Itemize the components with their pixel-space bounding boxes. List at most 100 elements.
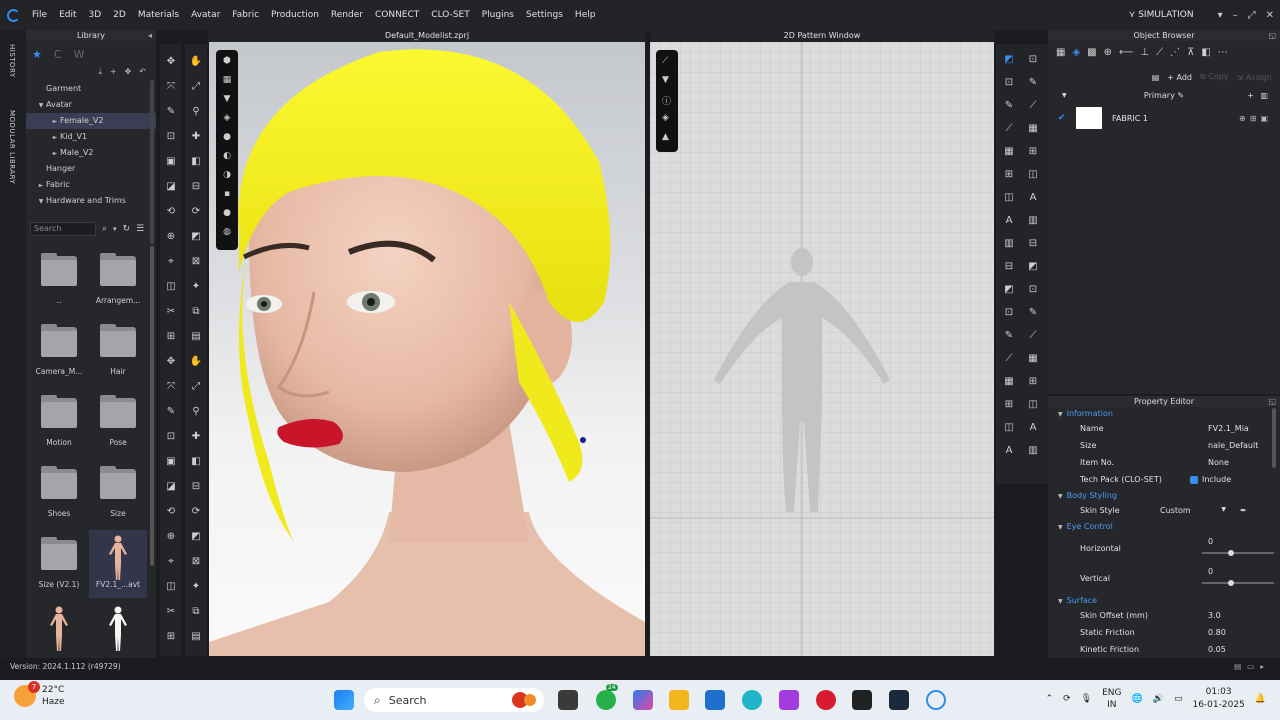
tool-icon[interactable]: ✥ (164, 56, 178, 68)
pattern-tool-icon[interactable]: ⟋ (1026, 330, 1040, 342)
tool-icon[interactable]: ⟳ (189, 506, 203, 518)
display-option-icon[interactable]: ▦ (222, 75, 232, 85)
static-friction-field[interactable]: 0.80 (1208, 628, 1272, 637)
search-input[interactable]: Search (30, 222, 96, 236)
pattern-tool-icon[interactable]: ▥ (1002, 238, 1016, 250)
tool-icon[interactable]: ✥ (164, 356, 178, 368)
assign-button[interactable]: ⇲ Assign (1237, 73, 1272, 82)
fabric-check-icon[interactable]: ✔ (1058, 113, 1072, 123)
tree-arrow-icon[interactable]: ▼ (36, 194, 46, 210)
file-explorer-dark-icon[interactable] (558, 690, 578, 710)
tool-icon[interactable]: ✎ (164, 106, 178, 118)
pattern-display-icon[interactable]: ⟋ (662, 56, 672, 66)
trim-icon[interactable]: ⊕ (1104, 47, 1112, 58)
bag-icon[interactable]: ◧ (1201, 47, 1210, 58)
scene-icon[interactable]: ▦ (1056, 47, 1065, 58)
pattern-tool-icon[interactable]: ◫ (1026, 169, 1040, 181)
fabric-tab-icon[interactable]: ◈ (1072, 47, 1080, 58)
tool-icon[interactable]: ◫ (164, 281, 178, 293)
app-s-icon[interactable] (779, 690, 799, 710)
pattern-tool-icon[interactable]: ◫ (1026, 399, 1040, 411)
viewport-3d[interactable] (209, 42, 645, 656)
tool-icon[interactable]: ⊟ (189, 181, 203, 193)
pattern-tool-icon[interactable]: ▦ (1026, 123, 1040, 135)
library-folder[interactable]: Size (89, 459, 147, 527)
windows-start-icon[interactable] (334, 690, 354, 710)
clo3d-taskbar-icon[interactable] (926, 690, 946, 710)
tree-arrow-icon[interactable]: ▼ (36, 98, 46, 114)
whatsapp-icon[interactable]: 24 (596, 684, 618, 710)
tree-item[interactable]: ► Female_V2 (26, 113, 156, 129)
library-folder[interactable]: Shoes (30, 459, 88, 527)
menu-fabric[interactable]: Fabric (226, 0, 265, 30)
import-icon[interactable]: ▤ (1152, 73, 1160, 82)
widgets-icon[interactable] (510, 690, 540, 710)
edit-pencil-icon[interactable]: ✎ (1177, 91, 1184, 100)
tool-icon[interactable]: ✦ (189, 581, 203, 593)
notification-bell-icon[interactable]: 🔔 (1255, 694, 1266, 704)
library-avatar[interactable]: FV2.1_...avt (89, 530, 147, 598)
marketplace-icon[interactable]: W (74, 48, 85, 61)
back-icon[interactable]: ↶ (139, 67, 146, 81)
terminal-icon[interactable] (889, 690, 909, 710)
tool-icon[interactable]: ⟳ (189, 206, 203, 218)
menu-edit[interactable]: Edit (53, 0, 82, 30)
pattern-tool-icon[interactable]: ⊟ (1002, 261, 1016, 273)
slider-handle[interactable] (1228, 580, 1234, 586)
tool-icon[interactable]: ✚ (189, 431, 203, 443)
affinity-icon[interactable] (852, 690, 872, 710)
menu-file[interactable]: File (26, 0, 53, 30)
tool-icon[interactable]: ◩ (189, 531, 203, 543)
pattern-tool-icon[interactable]: ⟋ (1026, 100, 1040, 112)
pattern-tool-icon[interactable]: ⟋ (1002, 123, 1016, 135)
menu-production[interactable]: Production (265, 0, 325, 30)
tool-icon[interactable]: ⟲ (164, 506, 178, 518)
collapse-icon[interactable]: ◂ (148, 30, 152, 41)
property-scrollbar[interactable] (1272, 408, 1276, 468)
size-field[interactable]: nale_Default (1208, 441, 1272, 450)
horizontal-field[interactable]: 0 (1208, 537, 1272, 546)
tool-icon[interactable]: ⚲ (189, 406, 203, 418)
section-eye-control[interactable]: ▼ Eye Control (1048, 520, 1280, 534)
move-icon[interactable]: ✥ (125, 67, 132, 81)
pattern-tool-icon[interactable]: ▥ (1026, 215, 1040, 227)
menu-connect[interactable]: CONNECT (369, 0, 425, 30)
horizontal-slider[interactable] (1202, 550, 1274, 556)
menu-plugins[interactable]: Plugins (476, 0, 520, 30)
tool-icon[interactable]: ⌖ (164, 256, 178, 268)
vertical-slider[interactable] (1202, 580, 1274, 586)
tool-icon[interactable]: ⊡ (164, 131, 178, 143)
tool-icon[interactable]: ⊡ (164, 431, 178, 443)
tree-item[interactable]: Hanger (26, 161, 156, 177)
menu-2d[interactable]: 2D (107, 0, 132, 30)
pattern-tool-icon[interactable]: A (1002, 215, 1016, 227)
pattern-tool-icon[interactable]: ▦ (1002, 376, 1016, 388)
tray-chevron-icon[interactable]: ⌃ (1046, 694, 1054, 704)
skin-offset-field[interactable]: 3.0 (1208, 611, 1272, 620)
pattern-tool-icon[interactable]: ⊡ (1002, 77, 1016, 89)
battery-icon[interactable]: ▭ (1174, 694, 1183, 704)
mode-selector[interactable]: ⋎ SIMULATION (1129, 10, 1194, 20)
tool-icon[interactable]: ⌖ (164, 556, 178, 568)
tool-icon[interactable]: ⊞ (164, 631, 178, 643)
tool-icon[interactable]: ⚲ (189, 106, 203, 118)
add-icon[interactable]: + (110, 67, 117, 81)
display-option-icon[interactable]: ◍ (222, 227, 232, 237)
pattern-display-icon[interactable]: ⓘ (662, 94, 672, 107)
panel-menu-icon[interactable]: ◱ (1268, 30, 1276, 41)
display-option-icon[interactable]: ◈ (222, 113, 232, 123)
tree-arrow-icon[interactable]: ► (36, 178, 46, 194)
display-option-icon[interactable]: ▪ (222, 189, 232, 199)
minimize-icon[interactable]: – (1233, 10, 1238, 21)
tree-arrow-icon[interactable]: ► (50, 114, 60, 130)
library-folder[interactable]: Camera_M... (30, 317, 88, 385)
restore-icon[interactable]: ⤢ (1248, 10, 1256, 21)
pattern-tool-icon[interactable]: ⊞ (1002, 169, 1016, 181)
pattern-tool-icon[interactable]: ▦ (1002, 146, 1016, 158)
tool-icon[interactable]: ⤢ (189, 81, 203, 93)
tree-item[interactable]: ▼ Hardware and Trims (26, 193, 156, 209)
copy-button[interactable]: ⧉ Copy (1200, 72, 1229, 82)
measure-icon[interactable]: ⊥ (1140, 47, 1149, 58)
tool-icon[interactable]: ✦ (189, 281, 203, 293)
pattern-tool-icon[interactable]: ◫ (1002, 192, 1016, 204)
